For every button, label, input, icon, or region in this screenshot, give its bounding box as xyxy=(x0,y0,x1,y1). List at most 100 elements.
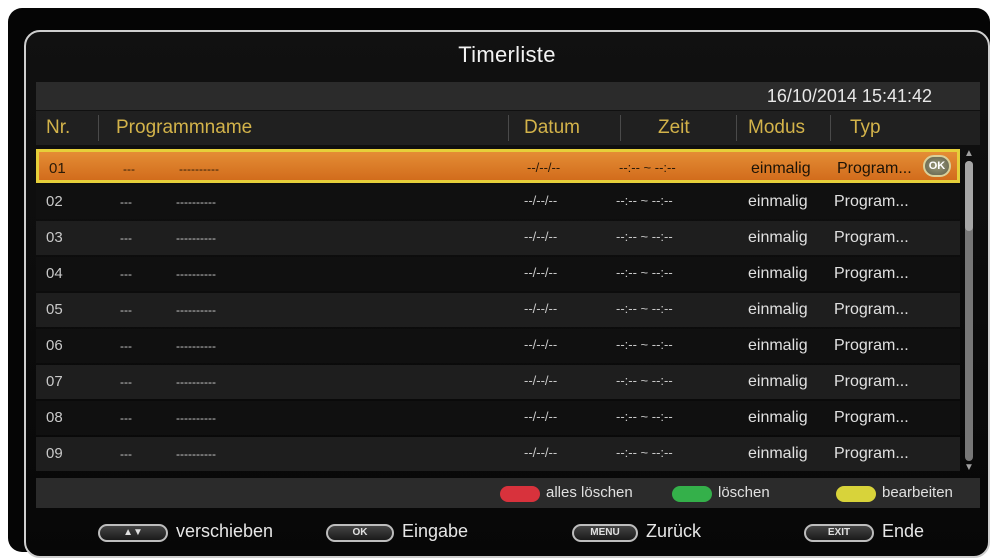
row-time: --:-- ~ --:-- xyxy=(616,265,673,280)
table-row[interactable]: 03 --- ---------- --/--/-- --:-- ~ --:--… xyxy=(36,221,960,255)
row-date: --/--/-- xyxy=(524,445,558,460)
row-program-name: ---------- xyxy=(176,231,216,245)
row-channel: --- xyxy=(120,303,132,317)
row-nr: 01 xyxy=(49,160,66,177)
row-program-name: ---------- xyxy=(179,162,219,176)
row-time: --:-- ~ --:-- xyxy=(616,229,673,244)
row-channel: --- xyxy=(120,339,132,353)
scroll-track[interactable] xyxy=(965,161,973,461)
row-channel: --- xyxy=(120,231,132,245)
row-time: --:-- ~ --:-- xyxy=(616,193,673,208)
row-date: --/--/-- xyxy=(524,193,558,208)
row-mode: einmalig xyxy=(748,229,808,246)
column-separator xyxy=(620,115,621,141)
column-separator xyxy=(98,115,99,141)
row-program-name: ---------- xyxy=(176,195,216,209)
row-nr: 03 xyxy=(46,229,63,246)
row-date: --/--/-- xyxy=(524,373,558,388)
row-nr: 08 xyxy=(46,409,63,426)
row-mode: einmalig xyxy=(751,160,811,177)
row-time: --:-- ~ --:-- xyxy=(616,337,673,352)
tv-screen: Timerliste 16/10/2014 15:41:42 Nr. Progr… xyxy=(8,8,990,558)
table-row[interactable]: 04 --- ---------- --/--/-- --:-- ~ --:--… xyxy=(36,257,960,291)
table-row[interactable]: 02 --- ---------- --/--/-- --:-- ~ --:--… xyxy=(36,185,960,219)
row-nr: 02 xyxy=(46,193,63,210)
row-mode: einmalig xyxy=(748,193,808,210)
yellow-key-icon[interactable] xyxy=(836,486,876,502)
move-key-icon[interactable]: ▲▼ xyxy=(98,524,168,542)
ok-icon[interactable]: OK xyxy=(923,155,951,177)
row-mode: einmalig xyxy=(748,337,808,354)
enter-label: Eingabe xyxy=(402,521,469,541)
row-date: --/--/-- xyxy=(524,409,558,424)
delete-label: löschen xyxy=(718,484,770,501)
column-header-zeit: Zeit xyxy=(658,117,690,138)
row-mode: einmalig xyxy=(748,265,808,282)
green-key-icon[interactable] xyxy=(672,486,712,502)
move-label: verschieben xyxy=(176,521,274,541)
row-program-name: ---------- xyxy=(176,375,216,389)
row-type: Program... xyxy=(834,409,909,426)
delete-all-label: alles löschen xyxy=(546,484,633,501)
row-date: --/--/-- xyxy=(524,265,558,280)
page-title: Timerliste xyxy=(458,42,556,67)
table-row[interactable]: 09 --- ---------- --/--/-- --:-- ~ --:--… xyxy=(36,437,960,471)
row-program-name: ---------- xyxy=(176,411,216,425)
row-channel: --- xyxy=(120,411,132,425)
row-time: --:-- ~ --:-- xyxy=(619,160,676,175)
row-mode: einmalig xyxy=(748,373,808,390)
row-type: Program... xyxy=(834,445,909,462)
row-time: --:-- ~ --:-- xyxy=(616,409,673,424)
column-header-datum: Datum xyxy=(524,117,580,138)
column-separator xyxy=(736,115,737,141)
row-program-name: ---------- xyxy=(176,303,216,317)
row-date: --/--/-- xyxy=(524,337,558,352)
table-row[interactable]: 06 --- ---------- --/--/-- --:-- ~ --:--… xyxy=(36,329,960,363)
row-type: Program... xyxy=(834,337,909,354)
column-header-modus: Modus xyxy=(748,117,806,138)
table-row[interactable]: 05 --- ---------- --/--/-- --:-- ~ --:--… xyxy=(36,293,960,327)
table-header: Nr. Programmname Datum Zeit Modus Typ xyxy=(36,111,980,145)
color-key-bar: alles löschen löschen bearbeiten xyxy=(36,478,980,508)
row-type: Program... xyxy=(834,301,909,318)
table-row-selected[interactable]: 01 --- ---------- --/--/-- --:-- ~ --:--… xyxy=(36,149,960,183)
column-header-name: Programmname xyxy=(116,117,253,138)
row-program-name: ---------- xyxy=(176,267,216,281)
row-mode: einmalig xyxy=(748,409,808,426)
exit-key-icon[interactable]: EXIT xyxy=(804,524,874,542)
current-datetime: 16/10/2014 15:41:42 xyxy=(766,86,932,106)
row-type: Program... xyxy=(834,373,909,390)
row-channel: --- xyxy=(120,447,132,461)
column-header-nr: Nr. xyxy=(46,117,71,138)
menu-key-icon[interactable]: MENU xyxy=(572,524,638,542)
table-row[interactable]: 08 --- ---------- --/--/-- --:-- ~ --:--… xyxy=(36,401,960,435)
back-label: Zurück xyxy=(646,521,702,541)
row-program-name: ---------- xyxy=(176,447,216,461)
row-nr: 04 xyxy=(46,265,63,282)
row-date: --/--/-- xyxy=(527,160,561,175)
scroll-thumb[interactable] xyxy=(965,161,973,231)
row-nr: 06 xyxy=(46,337,63,354)
column-separator xyxy=(508,115,509,141)
row-channel: --- xyxy=(120,195,132,209)
scrollbar[interactable]: ▲ ▼ xyxy=(962,149,976,473)
row-date: --/--/-- xyxy=(524,301,558,316)
column-header-typ: Typ xyxy=(850,117,881,138)
edit-label: bearbeiten xyxy=(882,484,953,501)
row-channel: --- xyxy=(120,267,132,281)
table-row[interactable]: 07 --- ---------- --/--/-- --:-- ~ --:--… xyxy=(36,365,960,399)
ok-key-icon[interactable]: OK xyxy=(326,524,394,542)
scroll-down-icon[interactable]: ▼ xyxy=(964,463,974,473)
row-channel: --- xyxy=(120,375,132,389)
timer-table: 01 --- ---------- --/--/-- --:-- ~ --:--… xyxy=(36,149,960,473)
row-mode: einmalig xyxy=(748,445,808,462)
row-time: --:-- ~ --:-- xyxy=(616,445,673,460)
row-type: Program... xyxy=(837,160,912,177)
footer-hints: ▲▼ verschieben OK Eingabe MENU Zurück EX… xyxy=(36,512,980,552)
row-type: Program... xyxy=(834,265,909,282)
scroll-up-icon[interactable]: ▲ xyxy=(964,149,974,159)
red-key-icon[interactable] xyxy=(500,486,540,502)
row-date: --/--/-- xyxy=(524,229,558,244)
row-time: --:-- ~ --:-- xyxy=(616,373,673,388)
row-channel: --- xyxy=(123,162,135,176)
